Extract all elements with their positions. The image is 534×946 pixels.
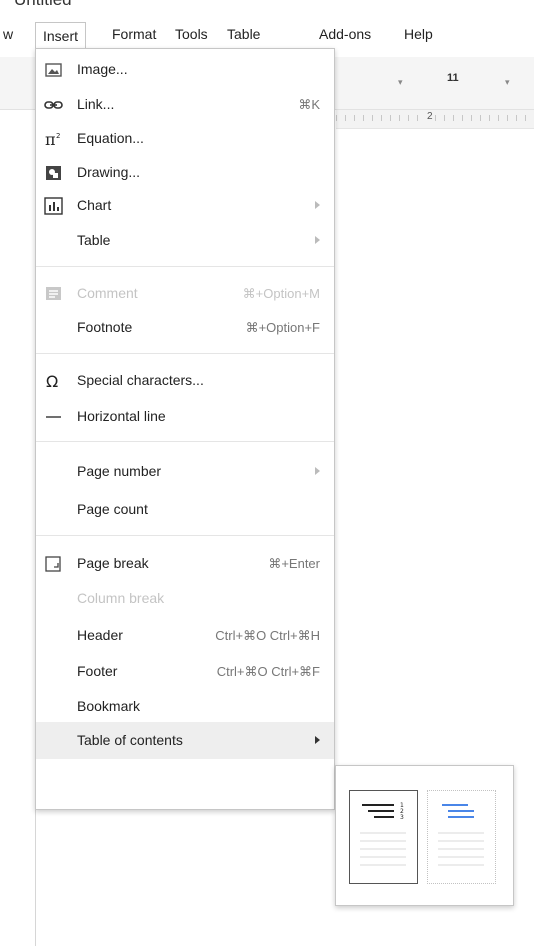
toc-page-num-3: 3 <box>400 814 404 821</box>
comment-shortcut: ⌘+Option+M <box>242 286 320 301</box>
chart-icon <box>44 197 63 215</box>
ruler[interactable]: 2 <box>336 110 534 129</box>
toc-submenu: 1 2 3 <box>335 765 514 906</box>
menu-item-chart[interactable]: Chart <box>36 189 334 223</box>
menu-help[interactable]: Help <box>404 26 433 42</box>
ruler-mark: 2 <box>425 111 435 122</box>
menu-item-equation[interactable]: π2 Equation... <box>36 122 334 156</box>
font-size-caret[interactable]: ▾ <box>505 77 510 88</box>
menu-item-footnote[interactable]: Footnote ⌘+Option+F <box>36 311 334 345</box>
menu-item-page-break[interactable]: Page break ⌘+Enter <box>36 547 334 581</box>
menu-item-bookmark[interactable]: Bookmark <box>36 690 334 724</box>
toc-with-blue-links-option[interactable] <box>427 790 496 884</box>
menu-item-special-characters[interactable]: Ω Special characters... <box>36 364 334 398</box>
page-break-shortcut: ⌘+Enter <box>268 556 320 571</box>
omega-icon: Ω <box>44 372 63 391</box>
chevron-right-icon <box>315 467 320 475</box>
horizontal-line-icon <box>44 408 63 426</box>
svg-text:2: 2 <box>56 132 60 140</box>
menu-item-link[interactable]: Link... ⌘K <box>36 88 334 122</box>
menu-insert[interactable]: Insert <box>35 22 87 48</box>
font-size-field[interactable]: 11 <box>447 72 459 84</box>
chevron-right-icon <box>315 736 320 744</box>
menu-item-table-of-contents[interactable]: Table of contents <box>36 722 334 759</box>
chevron-right-icon <box>315 236 320 244</box>
menu-divider <box>36 441 334 442</box>
menu-add-ons[interactable]: Add-ons <box>319 26 371 42</box>
footnote-shortcut: ⌘+Option+F <box>245 320 320 335</box>
link-icon <box>44 96 63 114</box>
document-title: Untitled <box>0 0 120 10</box>
header-shortcut: Ctrl+⌘O Ctrl+⌘H <box>215 628 320 643</box>
toc-with-page-numbers-option[interactable]: 1 2 3 <box>349 790 418 884</box>
footer-shortcut: Ctrl+⌘O Ctrl+⌘F <box>216 664 320 679</box>
image-icon <box>44 61 63 79</box>
menu-item-header[interactable]: Header Ctrl+⌘O Ctrl+⌘H <box>36 619 334 653</box>
menu-tools[interactable]: Tools <box>175 26 208 42</box>
menu-divider <box>36 353 334 354</box>
menu-item-column-break: Column break <box>77 590 165 606</box>
equation-icon: π2 <box>44 130 63 149</box>
insert-menu: Image... Link... ⌘K π2 Equation... Drawi… <box>35 48 335 810</box>
menu-table[interactable]: Table <box>227 26 260 42</box>
link-shortcut: ⌘K <box>298 97 320 112</box>
menu-format[interactable]: Format <box>112 26 156 42</box>
menu-divider <box>36 535 334 536</box>
menu-divider <box>36 266 334 267</box>
menu-item-page-count[interactable]: Page count <box>36 493 334 527</box>
menu-item-horizontal-line[interactable]: Horizontal line <box>36 400 334 434</box>
menu-item-image[interactable]: Image... <box>36 53 334 87</box>
menu-item-page-number[interactable]: Page number <box>36 455 334 489</box>
menu-item-footer[interactable]: Footer Ctrl+⌘O Ctrl+⌘F <box>36 655 334 689</box>
menu-item-comment: Comment ⌘+Option+M <box>36 277 334 311</box>
menu-item-table[interactable]: Table <box>36 224 334 258</box>
font-dropdown-caret[interactable]: ▾ <box>398 77 403 88</box>
svg-text:Ω: Ω <box>46 372 58 390</box>
menu-item-drawing[interactable]: Drawing... <box>36 156 334 190</box>
comment-icon <box>44 285 63 303</box>
chevron-right-icon <box>315 201 320 209</box>
menu-view[interactable]: w <box>3 26 13 42</box>
drawing-icon <box>44 164 63 182</box>
menubar: w Insert Format Tools Table Add-ons Help <box>0 22 534 48</box>
svg-text:π: π <box>45 130 56 148</box>
page-break-icon <box>44 555 63 573</box>
